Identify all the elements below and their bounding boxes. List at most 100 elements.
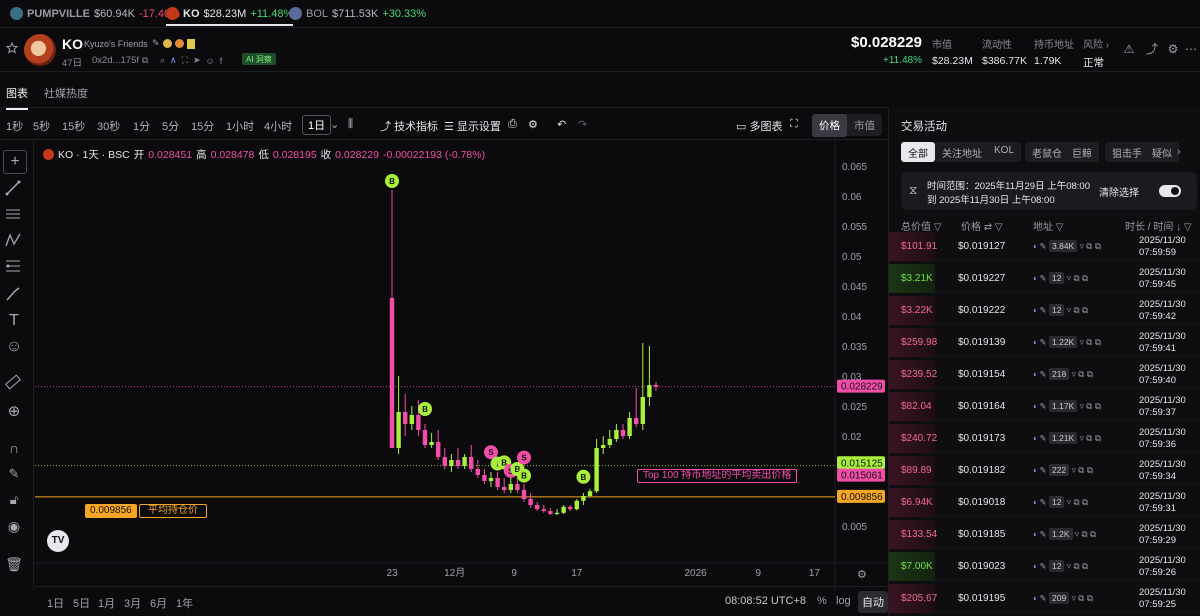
interval-4h[interactable]: 4小时 (264, 118, 292, 134)
trade-address[interactable]: ◖ ✎ 12 ▿ ⧉ ⧉ (1032, 272, 1088, 284)
external-link-icon[interactable]: ⧉ (1087, 593, 1093, 603)
filter-icon[interactable]: ▿ (1072, 465, 1076, 475)
brush-icon[interactable] (5, 286, 23, 304)
copy-icon[interactable]: ⧉ (142, 55, 148, 66)
edit-icon[interactable]: ✎ (1040, 273, 1047, 283)
copy-icon[interactable]: ⧉ (1074, 273, 1080, 283)
multi-chart-button[interactable]: ▭ 多图表 (736, 118, 782, 134)
copy-icon[interactable]: ⧉ (1078, 369, 1084, 379)
indicators-button[interactable]: ⤴ 技术指标 (380, 118, 438, 134)
share-icon[interactable]: ⤴ (1145, 42, 1159, 56)
filter-whale[interactable]: 巨鲸 (1065, 142, 1099, 162)
facebook-icon[interactable]: f (220, 56, 223, 66)
undo-icon[interactable]: ↶ (557, 118, 566, 131)
filter-icon[interactable]: ▿ (1080, 241, 1084, 251)
edit-icon[interactable]: ✎ (1040, 241, 1047, 251)
text-icon[interactable]: T (5, 312, 23, 330)
external-link-icon[interactable]: ⧉ (1095, 241, 1101, 251)
copy-icon[interactable]: ⧉ (1074, 305, 1080, 315)
edit-icon[interactable]: ✎ (1040, 401, 1047, 411)
filter-watched[interactable]: 关注地址 (935, 142, 989, 162)
table-row[interactable]: $82.04 $0.019164 ◖ ✎ 1.17K ▿ ⧉ ⧉ 2025/11/30… (889, 392, 1200, 421)
filter-icon[interactable]: ▿ (1080, 337, 1084, 347)
table-row[interactable]: $3.22K $0.019222 ◖ ✎ 12 ▿ ⧉ ⧉ 2025/11/30 07:… (889, 296, 1200, 325)
telegram-icon[interactable]: ➤ (193, 55, 201, 66)
candle-type-icon[interactable]: ⫼ (348, 118, 353, 131)
edit-icon[interactable]: ✎ (152, 38, 160, 49)
table-row[interactable]: $89.89 $0.019182 ◖ ✎ 222 ▿ ⧉ ⧉ 2025/11/30 07… (889, 456, 1200, 485)
filter-icon[interactable]: ▿ (1080, 433, 1084, 443)
filter-icon[interactable]: ▿ (1075, 529, 1079, 539)
table-row[interactable]: $205.67 $0.019195 ◖ ✎ 209 ▿ ⧉ ⧉ 2025/11/30 0… (889, 584, 1200, 613)
website-icon[interactable]: ⛶ (182, 55, 188, 66)
interval-15s[interactable]: 15秒 (62, 118, 85, 134)
interval-5s[interactable]: 5秒 (33, 118, 50, 134)
search-icon[interactable]: ⌕ (160, 55, 165, 66)
trade-address[interactable]: ◖ ✎ 3.84K ▿ ⧉ ⧉ (1032, 240, 1101, 252)
table-row[interactable]: $3.21K $0.019227 ◖ ✎ 12 ▿ ⧉ ⧉ 2025/11/30 07:… (889, 264, 1200, 293)
edit-icon[interactable]: ✎ (1040, 593, 1047, 603)
table-row[interactable]: $6.94K $0.019018 ◖ ✎ 12 ▿ ⧉ ⧉ 2025/11/30 07:… (889, 488, 1200, 517)
external-link-icon[interactable]: ⧉ (1087, 465, 1093, 475)
chevron-right-icon[interactable]: › (1177, 146, 1181, 158)
ticker-item-bol[interactable]: BOL $711.53K +30.33% (289, 7, 426, 20)
col-price[interactable]: 价格 ⇄ ▽ (961, 218, 1003, 233)
trade-address[interactable]: ◖ ✎ 1.17K ▿ ⧉ ⧉ (1032, 400, 1101, 412)
trade-address[interactable]: ◖ ✎ 1.22K ▿ ⧉ ⧉ (1032, 336, 1101, 348)
external-link-icon[interactable]: ⧉ (1082, 497, 1088, 507)
trade-address[interactable]: ◖ ✎ 209 ▿ ⧉ ⧉ (1032, 592, 1093, 604)
gear-icon[interactable]: ⚙ (528, 118, 538, 131)
copy-icon[interactable]: ⧉ (1078, 465, 1084, 475)
chart-canvas[interactable]: 0.0650.060.0550.050.0450.040.0350.030.02… (35, 140, 888, 590)
crosshair-icon[interactable]: + (3, 150, 27, 174)
external-link-icon[interactable]: ⧉ (1095, 433, 1101, 443)
copy-icon[interactable]: ⧉ (1086, 401, 1092, 411)
table-row[interactable]: $239.52 $0.019154 ◖ ✎ 218 ▿ ⧉ ⧉ 2025/11/30 0… (889, 360, 1200, 389)
filter-sniper[interactable]: 狙击手 (1105, 142, 1149, 162)
edit-icon[interactable]: ✎ (1040, 369, 1047, 379)
lock-draw-icon[interactable]: ✎ (5, 466, 23, 484)
external-link-icon[interactable]: ⧉ (1095, 337, 1101, 347)
range-5d[interactable]: 5日 (73, 595, 90, 611)
selection-toggle[interactable] (1159, 185, 1181, 197)
price-chart[interactable]: 0.065 0.06 0.055 0.05 0.045 0.04 0.035 0.03 0.02… (35, 140, 888, 590)
trend-line-icon[interactable] (5, 180, 23, 198)
filter-icon[interactable]: ▿ (1072, 369, 1076, 379)
goto-settings-icon[interactable]: ⚙ (857, 568, 867, 581)
filter-suspected[interactable]: 疑似 (1145, 142, 1179, 162)
filter-icon[interactable]: ▿ (1080, 401, 1084, 411)
tab-chart[interactable]: 图表 (6, 85, 28, 110)
tab-social-heat[interactable]: 社媒热度 (44, 85, 88, 101)
copy-icon[interactable]: ⧉ (1086, 337, 1092, 347)
interval-5m[interactable]: 5分 (162, 118, 179, 134)
token-address[interactable]: 0x2d...175f (92, 55, 139, 66)
table-row[interactable]: $7.00K $0.019023 ◖ ✎ 12 ▿ ⧉ ⧉ 2025/11/30 07:… (889, 552, 1200, 581)
external-link-icon[interactable]: ⧉ (1095, 401, 1101, 411)
interval-30s[interactable]: 30秒 (97, 118, 120, 134)
interval-1m[interactable]: 1分 (133, 118, 150, 134)
table-row[interactable]: $259.98 $0.019139 ◖ ✎ 1.22K ▿ ⧉ ⧉ 2025/11/3… (889, 328, 1200, 357)
reddit-icon[interactable]: ☺ (206, 56, 215, 66)
interval-1s[interactable]: 1秒 (6, 118, 23, 134)
chevron-down-icon[interactable]: ⌄ (330, 118, 339, 131)
edit-icon[interactable]: ✎ (1040, 465, 1047, 475)
trash-icon[interactable]: 🗑︎ (5, 556, 23, 574)
screenshot-icon[interactable]: ⎙ (508, 118, 517, 131)
filter-icon[interactable]: ▿ (1067, 273, 1071, 283)
star-icon[interactable] (5, 41, 19, 54)
edit-icon[interactable]: ✎ (1040, 305, 1047, 315)
interval-1h[interactable]: 1小时 (226, 118, 254, 134)
external-link-icon[interactable]: ⧉ (1082, 273, 1088, 283)
redo-icon[interactable]: ↷ (578, 118, 587, 131)
trade-address[interactable]: ◖ ✎ 12 ▿ ⧉ ⧉ (1032, 560, 1088, 572)
alert-icon[interactable]: ⚠ (1122, 42, 1136, 56)
copy-icon[interactable]: ⧉ (1082, 529, 1088, 539)
fullscreen-icon[interactable]: ⛶ (790, 118, 798, 131)
trade-address[interactable]: ◖ ✎ 12 ▿ ⧉ ⧉ (1032, 496, 1088, 508)
copy-icon[interactable]: ⧉ (1078, 593, 1084, 603)
ai-insight-badge[interactable]: AI 洞察 (242, 53, 276, 65)
settings-icon[interactable]: ⚙ (1166, 42, 1180, 56)
zoom-in-icon[interactable]: ⊕ (5, 402, 23, 420)
filter-insider[interactable]: 老鼠仓 (1025, 142, 1069, 162)
sigma-icon[interactable]: ∧ (170, 55, 177, 66)
